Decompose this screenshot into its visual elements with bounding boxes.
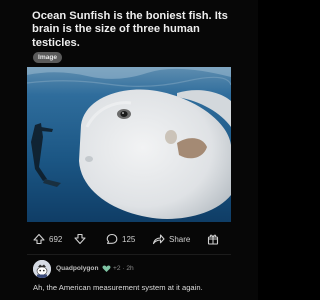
comment-body: Ah, the American measurement system at i… bbox=[33, 283, 203, 292]
comment-meta: +2 · 2h bbox=[113, 265, 134, 272]
top-comment[interactable]: Quadpolygon +2 · 2h Ah, the American mea… bbox=[27, 258, 237, 298]
vote-score: 692 bbox=[49, 234, 63, 244]
post-card: Ocean Sunfish is the boniest fish. Its b… bbox=[0, 0, 258, 300]
share-label: Share bbox=[169, 234, 191, 244]
comments-button[interactable]: 125 bbox=[106, 229, 135, 249]
upvote-button[interactable]: 692 bbox=[33, 229, 62, 249]
award-button[interactable] bbox=[207, 229, 219, 249]
comment-bubble-icon bbox=[106, 233, 118, 244]
flair-badge: Image bbox=[33, 52, 63, 63]
downvote-button[interactable] bbox=[74, 229, 86, 249]
share-button[interactable]: Share bbox=[152, 229, 190, 249]
avatar[interactable] bbox=[33, 260, 51, 278]
post-title[interactable]: Ocean Sunfish is the boniest fish. Its b… bbox=[32, 10, 244, 50]
heart-badge-icon bbox=[102, 265, 111, 272]
snoo-avatar-icon bbox=[33, 260, 51, 278]
award-box-icon bbox=[207, 234, 219, 245]
sunfish-photo bbox=[27, 67, 231, 222]
share-arrow-icon bbox=[152, 234, 165, 245]
comment-author[interactable]: Quadpolygon bbox=[56, 265, 99, 272]
post-action-bar: 692 125 Share bbox=[27, 229, 231, 249]
comment-count: 125 bbox=[122, 234, 136, 244]
down-arrow-icon bbox=[74, 233, 86, 245]
divider bbox=[27, 254, 231, 255]
up-arrow-icon bbox=[33, 233, 45, 245]
post-image[interactable] bbox=[27, 67, 231, 222]
